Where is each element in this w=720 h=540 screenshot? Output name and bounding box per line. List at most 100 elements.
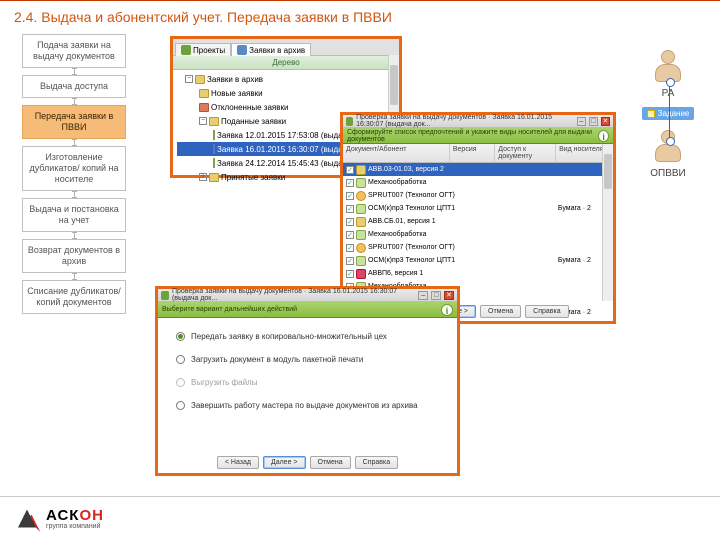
wf-step-0[interactable]: Подача заявки на выдачу документов bbox=[22, 34, 126, 68]
wf-step-3[interactable]: Изготовление дубликатов/ копий на носите… bbox=[22, 146, 126, 191]
radio-option[interactable]: Передать заявку в копировально-множитель… bbox=[176, 332, 439, 341]
radio-option[interactable]: Завершить работу мастера по выдаче докум… bbox=[176, 401, 439, 410]
opvvi-label: ОПВВИ bbox=[650, 168, 686, 179]
row-icon bbox=[356, 256, 366, 266]
list-row[interactable]: ✓ОСМ(к)пр3 Технолог ЦПТ1Бумага · 2 bbox=[343, 202, 613, 215]
row-text: Механообработка bbox=[368, 179, 426, 186]
brand-dark: АСК bbox=[46, 507, 79, 524]
row-icon bbox=[356, 204, 366, 214]
row-text: ОСМ(к)пр3 Технолог ЦПТ1 bbox=[368, 257, 455, 264]
checkbox-icon[interactable]: ✓ bbox=[346, 192, 354, 200]
tree-header: Дерево bbox=[173, 55, 399, 70]
close-button[interactable]: ✕ bbox=[601, 117, 610, 126]
row-icon bbox=[356, 178, 366, 188]
doc-icon bbox=[213, 158, 215, 168]
win3-titlebar: Проверка заявки на выдачу документов · З… bbox=[158, 289, 457, 302]
list-row[interactable]: ✓ АВВП6, версия 1 bbox=[343, 267, 613, 280]
list-row[interactable]: ✓SPRUT007 (Технолог ОГТ) bbox=[343, 189, 613, 202]
col-access[interactable]: Доступ к документу bbox=[495, 144, 556, 162]
instruction-text: Выберите вариант дальнейших действий bbox=[162, 306, 297, 313]
wf-step-4[interactable]: Выдача и постановка на учет bbox=[22, 198, 126, 232]
info-icon[interactable]: i bbox=[441, 304, 453, 316]
wf-step-1[interactable]: Выдача доступа bbox=[22, 75, 126, 98]
tab-archive[interactable]: Заявки в архив bbox=[231, 43, 311, 56]
logo-text: АСКОН группа компаний bbox=[46, 508, 104, 530]
task-icon bbox=[647, 110, 655, 118]
ra-label: РА bbox=[662, 88, 675, 99]
radio-icon bbox=[176, 378, 185, 387]
doc-icon bbox=[213, 130, 215, 140]
instruction-text: Сформируйте список предпочтений и укажит… bbox=[347, 129, 598, 143]
avatar-opvvi bbox=[653, 130, 683, 164]
tree-label: Отклоненные заявки bbox=[211, 103, 288, 112]
checkbox-icon[interactable]: ✓ bbox=[346, 179, 354, 187]
collapse-icon[interactable]: − bbox=[199, 117, 207, 125]
list-row[interactable]: ✓ Механообработка bbox=[343, 176, 613, 189]
expand-icon[interactable]: + bbox=[199, 173, 207, 181]
app-icon bbox=[346, 117, 353, 126]
checkbox-icon[interactable]: ✓ bbox=[346, 218, 354, 226]
role-connector bbox=[669, 82, 670, 142]
radio-option: Выгрузить файлы bbox=[176, 378, 439, 387]
folder-icon bbox=[209, 117, 219, 126]
tree-label: Принятые заявки bbox=[221, 173, 285, 182]
info-icon[interactable]: i bbox=[598, 130, 609, 142]
tree-new[interactable]: Новые заявки bbox=[177, 86, 395, 100]
col-version[interactable]: Версия bbox=[450, 144, 495, 162]
help-button[interactable]: Справка bbox=[525, 305, 568, 318]
checkbox-icon[interactable]: ✓ bbox=[346, 231, 354, 239]
tab-projects[interactable]: Проекты bbox=[175, 43, 231, 56]
cancel-button[interactable]: Отмена bbox=[310, 456, 351, 469]
next-button[interactable]: Далее > bbox=[263, 456, 306, 469]
page-title: 2.4. Выдача и абонентский учет. Передача… bbox=[0, 3, 720, 27]
checkbox-icon[interactable]: ✓ bbox=[346, 244, 354, 252]
maximize-button[interactable]: □ bbox=[431, 291, 441, 300]
folder-icon bbox=[199, 89, 209, 98]
scrollbar[interactable] bbox=[602, 144, 613, 301]
win3-title: Проверка заявки на выдачу документов · З… bbox=[172, 288, 412, 302]
wf-step-5[interactable]: Возврат документов в архив bbox=[22, 239, 126, 273]
radio-options: Передать заявку в копировально-множитель… bbox=[158, 318, 457, 424]
radio-label: Выгрузить файлы bbox=[191, 378, 257, 387]
minimize-button[interactable]: – bbox=[418, 291, 428, 300]
radio-label: Передать заявку в копировально-множитель… bbox=[191, 332, 387, 341]
row-icon bbox=[356, 230, 366, 240]
task-badge[interactable]: Задание bbox=[642, 107, 695, 120]
list-row[interactable]: ✓ АВВ.03-01.03, версия 2 bbox=[343, 163, 613, 176]
tree-label: Заявки в архив bbox=[207, 75, 263, 84]
wf-step-6[interactable]: Списание дубликатов/ копий документов bbox=[22, 280, 126, 314]
row-icon bbox=[356, 243, 366, 253]
instruction-bar: Выберите вариант дальнейших действий i bbox=[158, 302, 457, 318]
help-button[interactable]: Справка bbox=[355, 456, 398, 469]
minimize-button[interactable]: – bbox=[577, 117, 586, 126]
tree-root[interactable]: − Заявки в архив bbox=[177, 72, 395, 86]
row-text: SPRUT007 (Технолог ОГТ) bbox=[368, 244, 455, 251]
checkbox-icon[interactable]: ✓ bbox=[346, 205, 354, 213]
row-text: АВВП6, версия 1 bbox=[368, 270, 423, 277]
list-row[interactable]: ✓АВВ.СБ.01, версия 1 bbox=[343, 215, 613, 228]
close-button[interactable]: ✕ bbox=[444, 291, 454, 300]
row-text: АВВ.03-01.03, версия 2 bbox=[368, 166, 444, 173]
win2-title: Проверка заявки на выдачу документов · З… bbox=[356, 114, 571, 128]
collapse-icon[interactable]: − bbox=[185, 75, 193, 83]
checkbox-icon[interactable]: ✓ bbox=[346, 270, 354, 278]
brand-red: ОН bbox=[79, 507, 104, 524]
list-row[interactable]: ✓ SPRUT007 (Технолог ОГТ) bbox=[343, 241, 613, 254]
tree-label: Поданные заявки bbox=[221, 117, 286, 126]
tab-projects-label: Проекты bbox=[193, 46, 225, 55]
cancel-button[interactable]: Отмена bbox=[480, 305, 521, 318]
row-icon bbox=[356, 191, 366, 201]
checkbox-icon[interactable]: ✓ bbox=[346, 166, 354, 174]
list-row[interactable]: ✓ОСМ(к)пр3 Технолог ЦПТ1Бумага · 2 bbox=[343, 254, 613, 267]
col-doc[interactable]: Документ/Абонент bbox=[343, 144, 450, 162]
list-row[interactable]: ✓Механообработка bbox=[343, 228, 613, 241]
footer: АСКОН группа компаний bbox=[0, 496, 720, 540]
checkbox-icon[interactable]: ✓ bbox=[346, 257, 354, 265]
radio-option[interactable]: Загрузить документ в модуль пакетной печ… bbox=[176, 355, 439, 364]
workflow: Подача заявки на выдачу документов Выдач… bbox=[22, 34, 126, 314]
app-icon bbox=[161, 291, 169, 300]
maximize-button[interactable]: □ bbox=[589, 117, 598, 126]
wf-step-2[interactable]: Передача заявки в ПВВИ bbox=[22, 105, 126, 139]
wizard-buttons: < Назад Далее > Отмена Справка bbox=[158, 456, 457, 469]
back-button[interactable]: < Назад bbox=[217, 456, 259, 469]
